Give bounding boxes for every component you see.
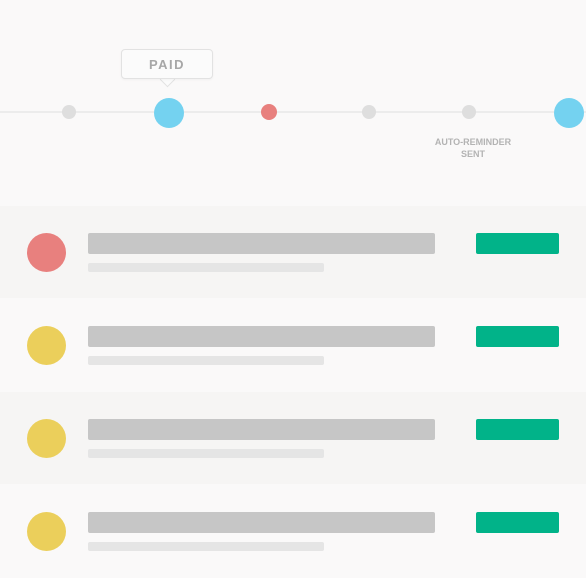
list-item[interactable] — [0, 392, 586, 484]
list-item-action-button[interactable] — [476, 512, 559, 533]
list-item-title-placeholder — [88, 512, 435, 533]
list-item-action-button[interactable] — [476, 326, 559, 347]
avatar-status-overdue — [27, 233, 66, 272]
list-item-subtitle-placeholder — [88, 356, 324, 365]
timeline-step-4[interactable] — [362, 105, 376, 119]
avatar-status-pending — [27, 419, 66, 458]
invoice-timeline: PAID AUTO-REMINDER SENT — [0, 0, 586, 205]
list-item-title-placeholder — [88, 233, 435, 254]
timeline-step-current[interactable] — [554, 98, 584, 128]
list-item-action-button[interactable] — [476, 233, 559, 254]
timeline-step-paid[interactable] — [154, 98, 184, 128]
list-item-title-placeholder — [88, 326, 435, 347]
timeline-step-auto-reminder[interactable] — [462, 105, 476, 119]
auto-reminder-label-line2: SENT — [460, 149, 485, 159]
auto-reminder-label-line1: AUTO-REMINDER — [434, 137, 512, 147]
timeline-step-overdue[interactable] — [261, 104, 277, 120]
list-item[interactable] — [0, 299, 586, 391]
list-item-title-placeholder — [88, 419, 435, 440]
auto-reminder-label: AUTO-REMINDER SENT — [424, 136, 522, 160]
list-item-action-button[interactable] — [476, 419, 559, 440]
avatar-status-pending — [27, 512, 66, 551]
timeline-track — [0, 111, 586, 113]
list-item-subtitle-placeholder — [88, 542, 324, 551]
list-item[interactable] — [0, 206, 586, 298]
avatar-status-pending — [27, 326, 66, 365]
list-item-subtitle-placeholder — [88, 449, 324, 458]
list-item[interactable] — [0, 485, 586, 577]
list-item-subtitle-placeholder — [88, 263, 324, 272]
paid-tooltip: PAID — [121, 49, 213, 79]
timeline-step-1[interactable] — [62, 105, 76, 119]
